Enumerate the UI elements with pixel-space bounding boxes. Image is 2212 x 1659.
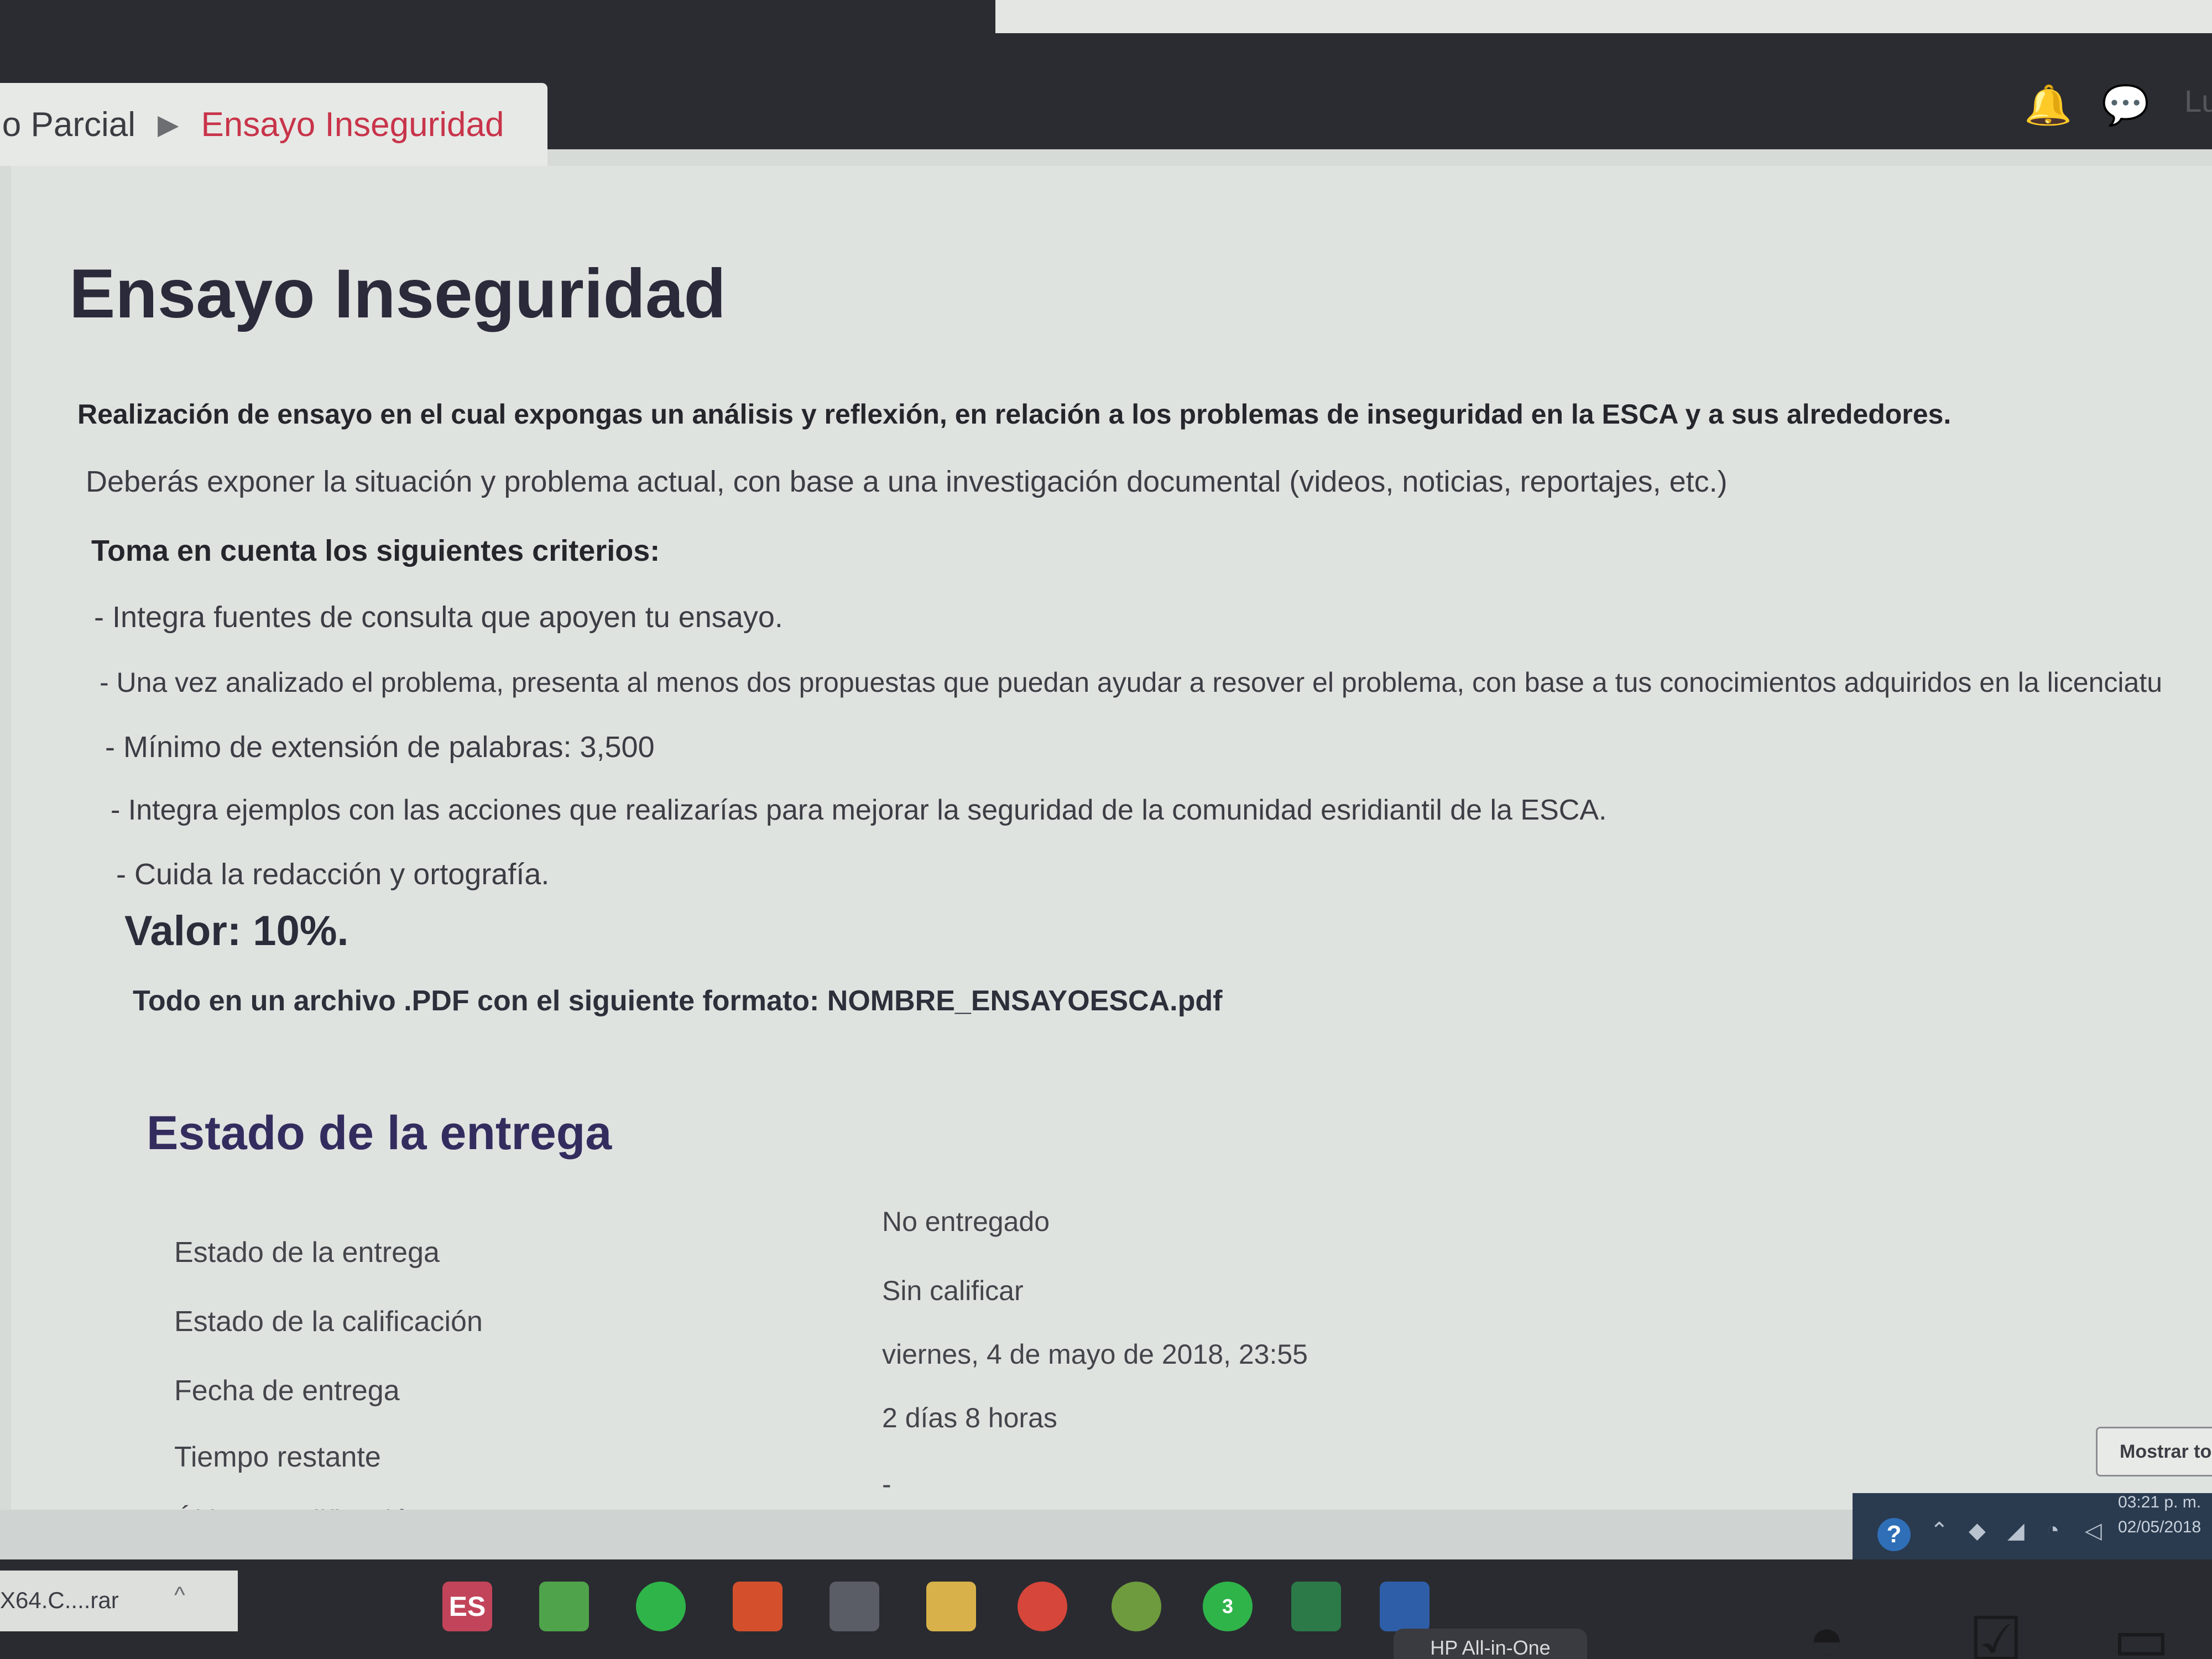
speedometer-icon: ◓ (1808, 1605, 1845, 1659)
status-label: Fecha de entrega (174, 1375, 400, 1407)
status-value: No entregado (882, 1206, 1050, 1237)
status-label: Estado de la entrega (174, 1237, 440, 1269)
network-icon[interactable]: ◢ (2007, 1518, 2025, 1543)
chat-icon[interactable]: 💬 (2101, 83, 2150, 128)
criteria-item: - Integra ejemplos con las acciones que … (111, 794, 1607, 826)
breadcrumb: lo Parcial ▶ Ensayo Inseguridad (0, 83, 547, 166)
browser-strip (995, 0, 2212, 33)
taskbar (0, 1559, 2212, 1659)
criteria-item: - Cuida la redacción y ortografía. (116, 858, 550, 891)
status-value: Sin calificar (882, 1275, 1024, 1306)
download-caret-icon[interactable]: ^ (174, 1582, 185, 1608)
main-content: Ensayo Inseguridad Realización de ensayo… (11, 166, 2212, 1559)
status-value: viernes, 4 de mayo de 2018, 23:55 (882, 1339, 1308, 1370)
powerpoint-icon[interactable] (733, 1582, 782, 1631)
whatsapp-icon[interactable] (636, 1582, 686, 1631)
camtasia-icon[interactable] (539, 1582, 589, 1631)
submission-status-heading: Estado de la entrega (147, 1107, 612, 1160)
monitor-brand: HP All-in-One (1394, 1629, 1587, 1659)
assignment-intro-bold: Realización de ensayo en el cual exponga… (77, 399, 1952, 430)
chevron-up-icon[interactable]: ⌃ (1930, 1518, 1949, 1543)
criteria-item: - Una vez analizado el problema, present… (100, 667, 2163, 698)
file-format-note: Todo en un archivo .PDF con el siguiente… (133, 985, 1223, 1017)
es-app-icon[interactable]: ES (442, 1582, 492, 1631)
screen: 🔔 💬 Lu lo Parcial ▶ Ensayo Inseguridad E… (0, 0, 2212, 1659)
breadcrumb-separator-icon: ▶ (158, 109, 179, 140)
clock-time[interactable]: 03:21 p. m. (2118, 1493, 2201, 1512)
criteria-heading: Toma en cuenta los siguientes criterios: (91, 534, 660, 567)
clipboard-check-icon: ☑ (1969, 1605, 2023, 1659)
monitor-icon: ▭ (2112, 1605, 2170, 1659)
status-value: 2 días 8 horas (882, 1402, 1057, 1433)
grade-value: Valor: 10%. (124, 907, 349, 954)
breadcrumb-current[interactable]: Ensayo Inseguridad (201, 105, 504, 144)
file-explorer-icon[interactable] (926, 1582, 976, 1631)
criteria-item: - Integra fuentes de consulta que apoyen… (94, 601, 783, 634)
page-title: Ensayo Inseguridad (69, 255, 726, 332)
criteria-item: - Mínimo de extensión de palabras: 3,500 (105, 731, 655, 764)
volume-icon[interactable]: ◁ (2085, 1518, 2102, 1543)
status-value: - (882, 1469, 891, 1500)
maps-icon[interactable] (1112, 1582, 1161, 1631)
wifi-icon[interactable]: ◔ (2046, 1518, 2059, 1543)
status-label: Tiempo restante (174, 1441, 381, 1473)
show-all-button[interactable]: Mostrar to (2096, 1427, 2212, 1477)
whatsapp-badge-icon[interactable]: 3 (1203, 1582, 1253, 1631)
bell-icon[interactable]: 🔔 (2024, 83, 2072, 128)
dropbox-icon[interactable]: ◆ (1969, 1518, 1986, 1543)
status-label: Estado de la calificación (174, 1306, 483, 1338)
word-icon[interactable] (1380, 1582, 1430, 1631)
chrome-icon[interactable] (1018, 1582, 1067, 1631)
user-menu-partial[interactable]: Lu (2184, 83, 2212, 119)
assignment-intro-text: Deberás exponer la situación y problema … (86, 465, 1728, 498)
download-file[interactable]: X64.C....rar (0, 1587, 119, 1614)
help-icon[interactable]: ? (1877, 1518, 1911, 1551)
excel-icon[interactable] (1291, 1582, 1341, 1631)
breadcrumb-parent-link[interactable]: lo Parcial (0, 105, 135, 144)
moodle-icon[interactable] (830, 1582, 879, 1631)
clock-date[interactable]: 02/05/2018 (2118, 1518, 2201, 1537)
